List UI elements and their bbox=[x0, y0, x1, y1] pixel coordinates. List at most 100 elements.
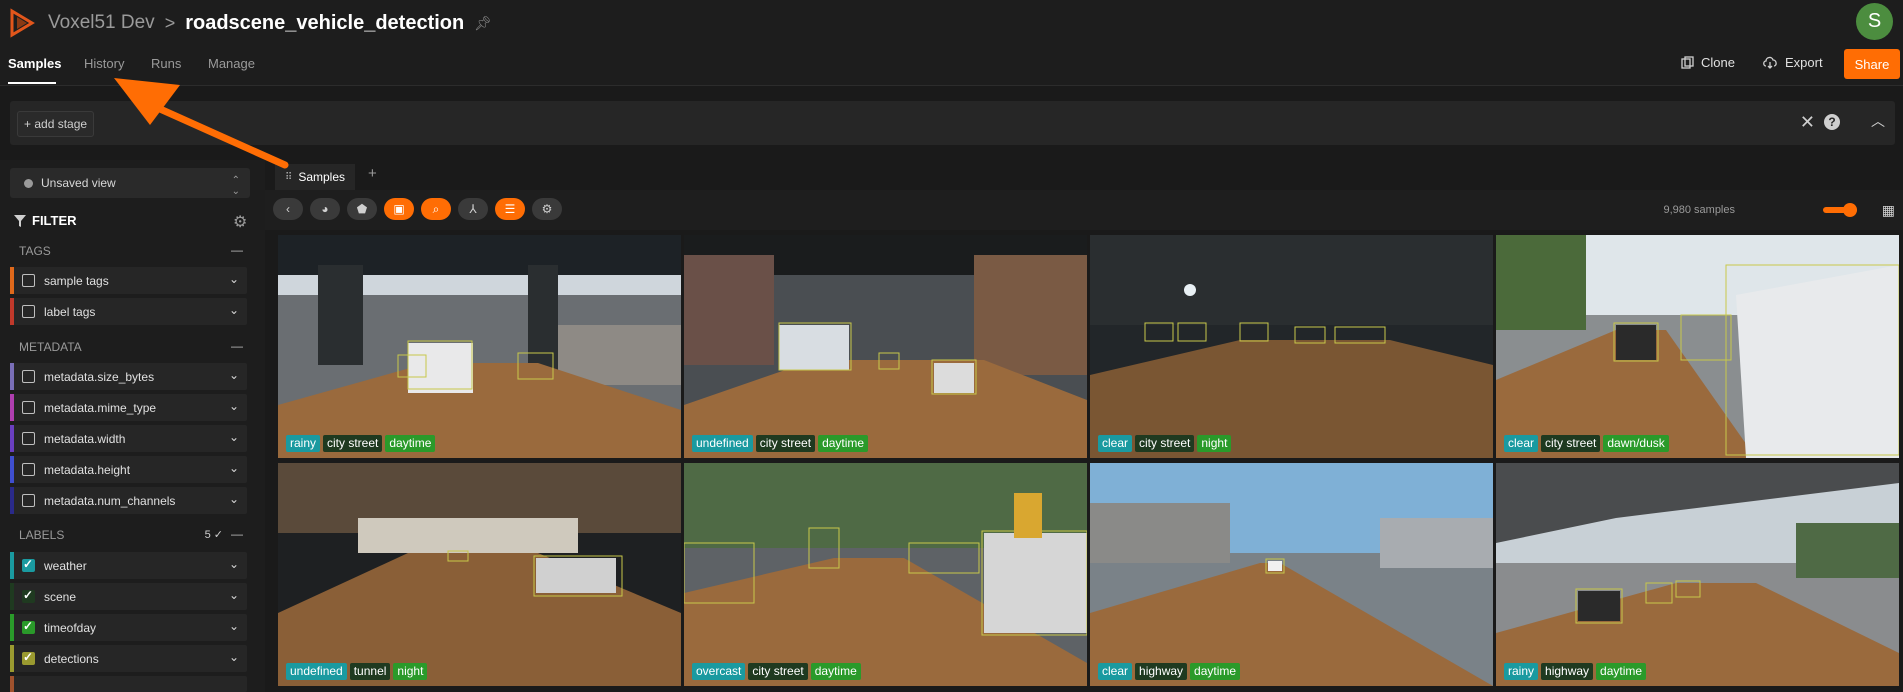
sample-tile[interactable]: clear city street night bbox=[1090, 235, 1493, 458]
list-icon[interactable]: ☰ bbox=[495, 198, 525, 220]
field-weather[interactable]: weather ⌄ bbox=[10, 552, 247, 579]
pin-icon[interactable]: 📌︎ bbox=[474, 15, 492, 32]
settings-icon[interactable]: ⚙ bbox=[532, 198, 562, 220]
field-checkbox[interactable] bbox=[22, 274, 35, 287]
grid-toolbar: ‹ ◕ ⬟ ▣ ⌕ ⅄ ☰ ⚙ 9,980 samples ▦ bbox=[265, 190, 1903, 230]
field-label-tags[interactable]: label tags ⌄ bbox=[10, 298, 247, 325]
tag-scene: city street bbox=[755, 435, 816, 452]
sample-tile[interactable]: overcast city street daytime bbox=[684, 463, 1087, 686]
tab-history[interactable]: History bbox=[84, 56, 124, 71]
field-color-stripe bbox=[10, 676, 14, 692]
field-label: metadata.height bbox=[44, 462, 131, 477]
field-timeofday[interactable]: timeofday ⌄ bbox=[10, 614, 247, 641]
field-color-stripe bbox=[10, 425, 14, 452]
field-detections[interactable]: detections ⌄ bbox=[10, 645, 247, 672]
field-metadata-height[interactable]: metadata.height ⌄ bbox=[10, 456, 247, 483]
search-icon[interactable]: ⌕ bbox=[421, 198, 451, 220]
back-icon[interactable]: ‹ bbox=[273, 198, 303, 220]
gear-icon[interactable]: ⚙ bbox=[233, 212, 247, 232]
field-checkbox-checked[interactable] bbox=[22, 619, 35, 634]
field-checkbox[interactable] bbox=[22, 432, 35, 445]
user-avatar[interactable]: S bbox=[1856, 3, 1893, 40]
chevron-up-icon[interactable]: ︿ bbox=[1871, 111, 1885, 131]
chevron-down-icon[interactable]: ⌄ bbox=[229, 557, 239, 571]
export-button[interactable]: Export bbox=[1763, 55, 1823, 70]
app-title[interactable]: Voxel51 Dev bbox=[48, 12, 155, 34]
tag-weather: undefined bbox=[692, 435, 753, 452]
toggle-knob[interactable] bbox=[1843, 203, 1857, 217]
help-icon[interactable]: ? bbox=[1824, 114, 1840, 130]
field-scene[interactable]: scene ⌄ bbox=[10, 583, 247, 610]
add-stage-button[interactable]: + add stage bbox=[17, 111, 95, 137]
clone-label: Clone bbox=[1701, 55, 1735, 70]
chevron-down-icon[interactable]: ⌄ bbox=[229, 272, 239, 286]
field-label: metadata.mime_type bbox=[44, 400, 157, 415]
chevron-down-icon[interactable]: ⌄ bbox=[229, 368, 239, 382]
chevron-down-icon[interactable]: ⌄ bbox=[229, 492, 239, 506]
group-tags[interactable]: TAGS — bbox=[10, 238, 247, 264]
view-dot-icon bbox=[24, 178, 33, 188]
field-checkbox-checked[interactable] bbox=[22, 557, 35, 572]
collapse-icon[interactable]: — bbox=[231, 339, 243, 353]
sample-tile[interactable]: undefined city street daytime bbox=[684, 235, 1087, 458]
tile-tags: undefined city street daytime bbox=[692, 435, 869, 452]
tag-icon[interactable]: ⬟ bbox=[347, 198, 377, 220]
chevron-down-icon[interactable]: ⌄ bbox=[229, 588, 239, 602]
view-label: Unsaved view bbox=[41, 176, 116, 190]
sample-tile[interactable]: rainy highway daytime bbox=[1496, 463, 1899, 686]
select-arrows-icon: ⌃ ⌄ bbox=[231, 175, 240, 197]
field-checkbox-checked[interactable] bbox=[22, 650, 35, 665]
field-metadata-num-channels[interactable]: metadata.num_channels ⌄ bbox=[10, 487, 247, 514]
sample-tile[interactable]: undefined tunnel night bbox=[278, 463, 681, 686]
voxel51-logo-icon[interactable] bbox=[8, 8, 38, 38]
field-label: timeofday bbox=[44, 620, 97, 635]
sample-tile[interactable]: rainy city street daytime bbox=[278, 235, 681, 458]
palette-icon[interactable]: ◕ bbox=[310, 198, 340, 220]
saved-view-select[interactable]: Unsaved view ⌃ ⌄ bbox=[10, 168, 250, 198]
field-label: metadata.width bbox=[44, 431, 126, 446]
add-panel-icon[interactable]: + bbox=[368, 165, 377, 182]
tab-samples[interactable]: Samples bbox=[8, 56, 61, 71]
group-labels[interactable]: LABELS 5 ✓ — bbox=[10, 522, 247, 548]
field-sample-tags[interactable]: sample tags ⌄ bbox=[10, 267, 247, 294]
chevron-down-icon[interactable]: ⌄ bbox=[229, 619, 239, 633]
field-checkbox[interactable] bbox=[22, 463, 35, 476]
tag-weather: clear bbox=[1098, 435, 1133, 452]
labels-count-badge[interactable]: 5 ✓ bbox=[205, 528, 223, 541]
field-checkbox[interactable] bbox=[22, 401, 35, 414]
chevron-down-icon[interactable]: ⌄ bbox=[229, 461, 239, 475]
collapse-icon[interactable]: — bbox=[231, 243, 243, 257]
chevron-down-icon[interactable]: ⌄ bbox=[229, 430, 239, 444]
field-checkbox[interactable] bbox=[22, 305, 35, 318]
field-checkbox-checked[interactable] bbox=[22, 588, 35, 603]
collapse-icon[interactable]: — bbox=[231, 527, 243, 541]
sample-tile[interactable]: clear city street dawn/dusk bbox=[1496, 235, 1899, 458]
field-metadata-size-bytes[interactable]: metadata.size_bytes ⌄ bbox=[10, 363, 247, 390]
tag-timeofday: daytime bbox=[1596, 663, 1647, 680]
field-checkbox[interactable] bbox=[22, 494, 35, 507]
dataset-name[interactable]: roadscene_vehicle_detection bbox=[185, 12, 464, 35]
group-metadata[interactable]: METADATA — bbox=[10, 334, 247, 360]
chevron-down-icon[interactable]: ⌄ bbox=[229, 650, 239, 664]
sample-count: 9,980 samples bbox=[1663, 204, 1735, 216]
field-metadata-width[interactable]: metadata.width ⌄ bbox=[10, 425, 247, 452]
panel-tab-samples[interactable]: ⠿ Samples bbox=[275, 164, 356, 190]
tab-manage[interactable]: Manage bbox=[208, 56, 255, 71]
share-button[interactable]: Share bbox=[1844, 49, 1900, 79]
field-metadata-mime-type[interactable]: metadata.mime_type ⌄ bbox=[10, 394, 247, 421]
grid-view-icon[interactable]: ▦ bbox=[1882, 202, 1895, 219]
patches-icon[interactable]: ▣ bbox=[384, 198, 414, 220]
chevron-down-icon[interactable]: ⌄ bbox=[229, 399, 239, 413]
tile-tags: overcast city street daytime bbox=[692, 663, 861, 680]
grid-zoom-toggle[interactable] bbox=[1823, 203, 1857, 217]
sample-tile[interactable]: clear highway daytime bbox=[1090, 463, 1493, 686]
clone-button[interactable]: Clone bbox=[1681, 55, 1735, 70]
chevron-down-icon[interactable]: ⌄ bbox=[229, 303, 239, 317]
tab-runs[interactable]: Runs bbox=[151, 56, 181, 71]
similarity-icon[interactable]: ⅄ bbox=[458, 198, 488, 220]
tag-timeofday: daytime bbox=[1190, 663, 1241, 680]
clear-stages-icon[interactable]: ✕ bbox=[1800, 112, 1815, 133]
field-checkbox[interactable] bbox=[22, 370, 35, 383]
field-partial[interactable] bbox=[10, 676, 247, 692]
field-label: metadata.size_bytes bbox=[44, 369, 155, 384]
